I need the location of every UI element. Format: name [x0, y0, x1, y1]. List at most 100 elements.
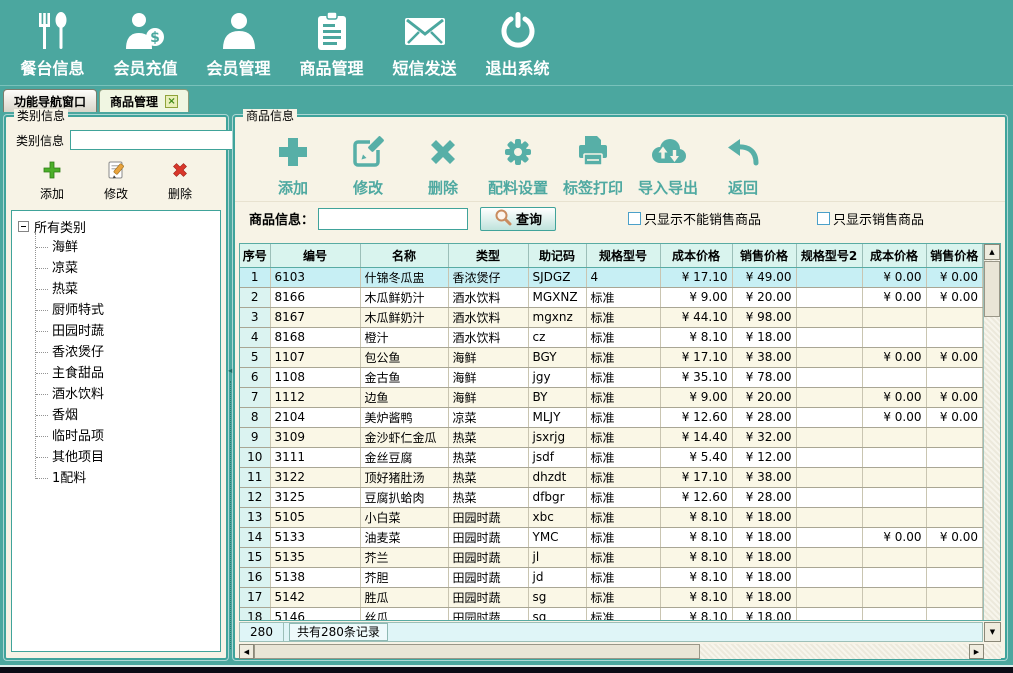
cell[interactable]	[862, 507, 926, 527]
cell[interactable]	[796, 467, 862, 487]
toolbar-item-sms-send[interactable]: 短信发送	[378, 11, 471, 79]
scroll-up-icon[interactable]: ▲	[984, 244, 1000, 260]
cell[interactable]: 1112	[270, 387, 360, 407]
cell[interactable]	[796, 347, 862, 367]
cell[interactable]	[796, 527, 862, 547]
column-header[interactable]: 销售价格	[926, 244, 983, 267]
checkbox-icon[interactable]	[628, 212, 641, 225]
cell[interactable]: 田园时蔬	[448, 607, 528, 621]
cell[interactable]	[862, 427, 926, 447]
cell[interactable]: 胜瓜	[360, 587, 448, 607]
scroll-left-icon[interactable]: ◀	[239, 644, 254, 659]
vertical-scrollbar[interactable]: ▲	[983, 244, 1000, 620]
cell[interactable]: 海鲜	[448, 367, 528, 387]
cell[interactable]: cz	[528, 327, 586, 347]
cell[interactable]: ¥ 14.40	[660, 427, 732, 447]
cell[interactable]: 田园时蔬	[448, 567, 528, 587]
cell[interactable]: ¥ 49.00	[732, 267, 796, 287]
row-number-cell[interactable]: 8	[240, 407, 270, 427]
tree-item[interactable]: 主食甜品	[35, 363, 218, 384]
cell[interactable]	[926, 607, 983, 621]
tree-item[interactable]: 香烟	[35, 405, 218, 426]
cell[interactable]: ¥ 9.00	[660, 387, 732, 407]
cell[interactable]: 标准	[586, 567, 660, 587]
cell[interactable]: 标准	[586, 427, 660, 447]
tree-item[interactable]: 香浓煲仔	[35, 342, 218, 363]
cell[interactable]: ¥ 0.00	[862, 347, 926, 367]
column-header[interactable]: 成本价格	[862, 244, 926, 267]
cell[interactable]: BY	[528, 387, 586, 407]
cell[interactable]: 热菜	[448, 487, 528, 507]
cell[interactable]: 标准	[586, 447, 660, 467]
cell[interactable]: jsdf	[528, 447, 586, 467]
cell[interactable]	[796, 587, 862, 607]
category-edit-button[interactable]: 修改	[104, 158, 128, 202]
cell[interactable]	[796, 267, 862, 287]
row-number-cell[interactable]: 11	[240, 467, 270, 487]
cell[interactable]	[926, 307, 983, 327]
cell[interactable]: 8168	[270, 327, 360, 347]
cell[interactable]: ¥ 44.10	[660, 307, 732, 327]
row-number-cell[interactable]: 7	[240, 387, 270, 407]
cell[interactable]: ¥ 28.00	[732, 487, 796, 507]
row-number-cell[interactable]: 10	[240, 447, 270, 467]
cell[interactable]: 金丝豆腐	[360, 447, 448, 467]
tree-item[interactable]: 厨师特式	[35, 300, 218, 321]
cell[interactable]: sg	[528, 587, 586, 607]
row-number-cell[interactable]: 16	[240, 567, 270, 587]
category-add-button[interactable]: 添加	[40, 158, 64, 202]
cell[interactable]: ¥ 8.10	[660, 567, 732, 587]
cell[interactable]: 凉菜	[448, 407, 528, 427]
cell[interactable]: ¥ 0.00	[862, 407, 926, 427]
cell[interactable]: jsxrjg	[528, 427, 586, 447]
cell[interactable]: 橙汁	[360, 327, 448, 347]
cell[interactable]: 油麦菜	[360, 527, 448, 547]
cell[interactable]	[796, 567, 862, 587]
cell[interactable]: 热菜	[448, 467, 528, 487]
column-header[interactable]: 编号	[270, 244, 360, 267]
cell[interactable]: 标准	[586, 547, 660, 567]
column-header[interactable]: 规格型号	[586, 244, 660, 267]
table-row[interactable]: 93109金沙虾仁金瓜热菜jsxrjg标准¥ 14.40¥ 32.00	[240, 427, 983, 447]
cell[interactable]	[796, 407, 862, 427]
cell[interactable]: ¥ 12.00	[732, 447, 796, 467]
cell[interactable]: ¥ 8.10	[660, 547, 732, 567]
cell[interactable]: ¥ 0.00	[926, 527, 983, 547]
cell[interactable]: ¥ 8.10	[660, 587, 732, 607]
toolbar-item-table-info[interactable]: 餐台信息	[6, 11, 99, 79]
table-row[interactable]: 16103什锦冬瓜盅香浓煲仔SJDGZ4¥ 17.10¥ 49.00¥ 0.00…	[240, 267, 983, 287]
cell[interactable]: 小白菜	[360, 507, 448, 527]
table-row[interactable]: 165138芥胆田园时蔬jd标准¥ 8.10¥ 18.00	[240, 567, 983, 587]
cell[interactable]	[862, 447, 926, 467]
cell[interactable]	[862, 367, 926, 387]
cell[interactable]: ¥ 38.00	[732, 467, 796, 487]
cell[interactable]: 顶好猪肚汤	[360, 467, 448, 487]
cell[interactable]: 海鲜	[448, 387, 528, 407]
cell[interactable]: ¥ 28.00	[732, 407, 796, 427]
category-delete-button[interactable]: 删除	[168, 158, 192, 202]
cell[interactable]	[796, 287, 862, 307]
column-header[interactable]: 类型	[448, 244, 528, 267]
cell[interactable]: mgxnz	[528, 307, 586, 327]
cell[interactable]: ¥ 78.00	[732, 367, 796, 387]
cell[interactable]: 金古鱼	[360, 367, 448, 387]
cell[interactable]	[796, 327, 862, 347]
cell[interactable]: ¥ 8.10	[660, 527, 732, 547]
cell[interactable]: ¥ 0.00	[926, 387, 983, 407]
cell[interactable]: ¥ 0.00	[926, 287, 983, 307]
tree-item[interactable]: 临时品项	[35, 426, 218, 447]
cell[interactable]: 标准	[586, 347, 660, 367]
table-row[interactable]: 155135芥兰田园时蔬jl标准¥ 8.10¥ 18.00	[240, 547, 983, 567]
cell[interactable]: 芥兰	[360, 547, 448, 567]
cell[interactable]: jd	[528, 567, 586, 587]
cell[interactable]: sg	[528, 607, 586, 621]
table-row[interactable]: 123125豆腐扒蛤肉热菜dfbgr标准¥ 12.60¥ 28.00	[240, 487, 983, 507]
cell[interactable]: 田园时蔬	[448, 507, 528, 527]
table-row[interactable]: 48168橙汁酒水饮料cz标准¥ 8.10¥ 18.00	[240, 327, 983, 347]
cell[interactable]: ¥ 0.00	[862, 527, 926, 547]
cell[interactable]	[796, 367, 862, 387]
cell[interactable]: 海鲜	[448, 347, 528, 367]
cell[interactable]: 标准	[586, 287, 660, 307]
cell[interactable]: 田园时蔬	[448, 547, 528, 567]
cell[interactable]: ¥ 18.00	[732, 567, 796, 587]
